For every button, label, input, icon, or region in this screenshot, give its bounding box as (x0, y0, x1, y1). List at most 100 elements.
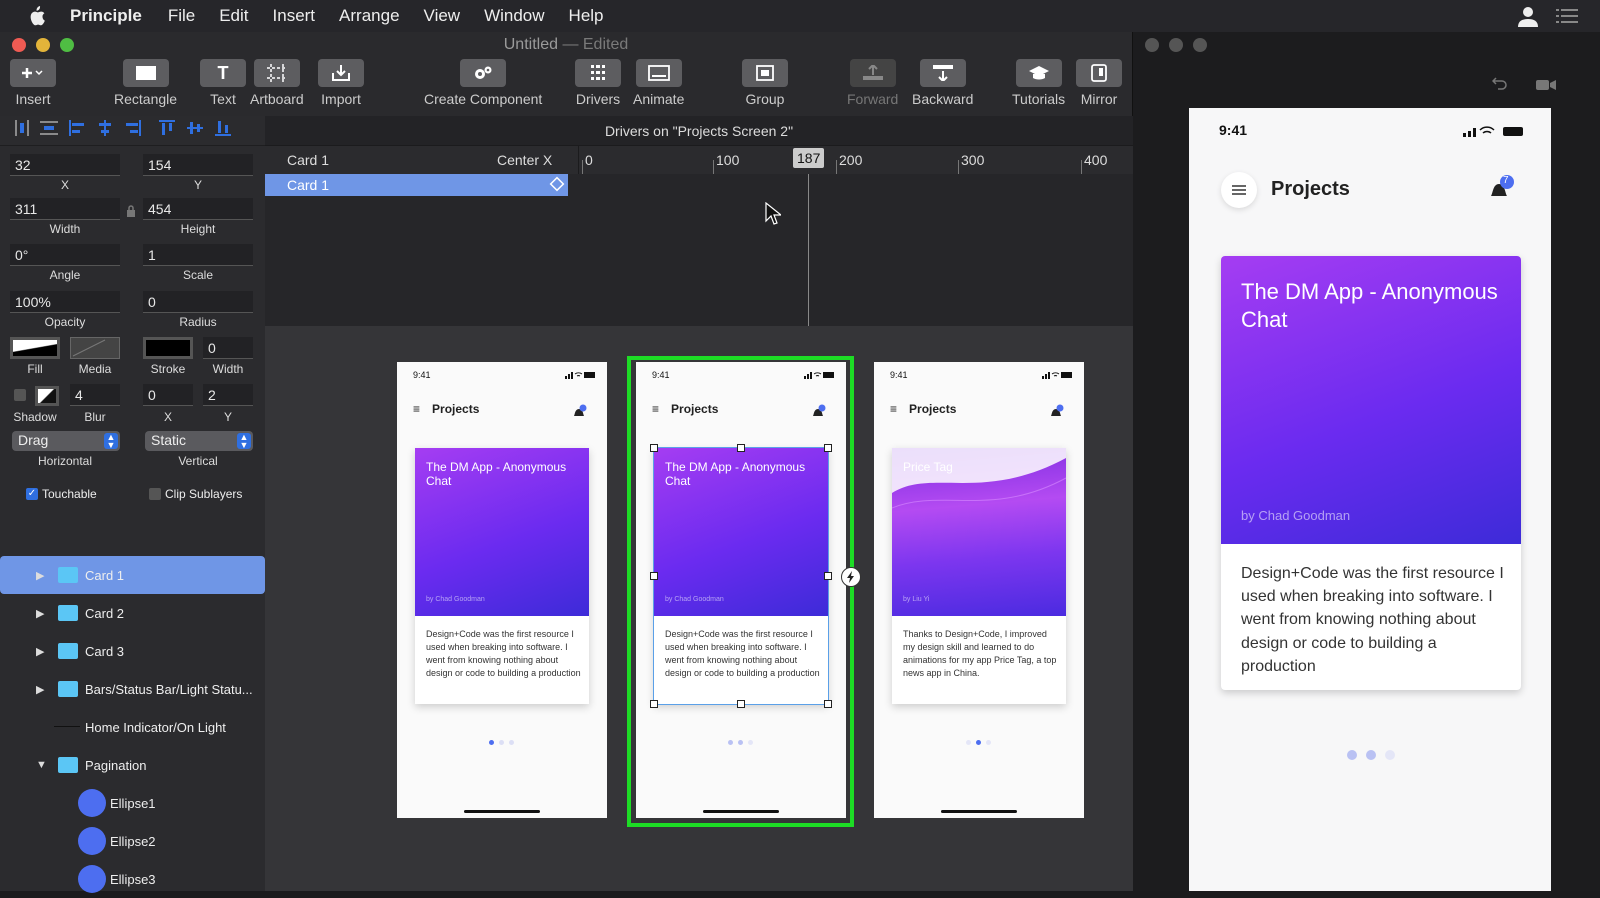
align-center-x-icon[interactable] (96, 119, 114, 142)
blur-field[interactable]: 4 (70, 384, 120, 406)
hamburger-icon[interactable]: ≡ (652, 402, 659, 416)
menu-view[interactable]: View (424, 6, 461, 26)
minimize-window-button[interactable] (1169, 38, 1183, 52)
card-selected[interactable]: The DM App - Anonymous Chat by Chad Goodm… (653, 447, 829, 705)
card[interactable]: Price Tag by Liu Yi Thanks to Design+Code… (892, 448, 1066, 704)
mirror-button[interactable]: Mirror (1076, 59, 1122, 107)
fill-swatch[interactable] (10, 337, 60, 359)
angle-field[interactable]: 0° (10, 244, 120, 266)
layer-ellipse3[interactable]: Ellipse3 (0, 860, 265, 898)
align-bottom-icon[interactable] (214, 119, 232, 142)
driver-row-selected[interactable]: Card 1 (265, 174, 568, 196)
menu-insert[interactable]: Insert (273, 6, 316, 26)
shadow-x-field[interactable]: 0 (143, 384, 193, 406)
menu-window[interactable]: Window (484, 6, 544, 26)
scale-field[interactable]: 1 (143, 244, 253, 266)
layer-card-3[interactable]: ▶ Card 3 (0, 632, 265, 670)
bell-icon[interactable] (571, 404, 587, 425)
create-component-button[interactable]: Create Component (424, 59, 542, 107)
group-button[interactable]: Group (742, 59, 788, 107)
menu-app-name[interactable]: Principle (70, 6, 142, 26)
stroke-swatch[interactable] (143, 337, 193, 359)
align-top-icon[interactable] (158, 119, 176, 142)
distribute-horizontal-icon[interactable] (14, 119, 30, 142)
layer-status-bar[interactable]: ▶ Bars/Status Bar/Light Statu... (0, 670, 265, 708)
layer-pagination[interactable]: ▼ Pagination (0, 746, 265, 784)
y-field[interactable]: 154 (143, 154, 253, 176)
clip-sublayers-checkbox[interactable] (149, 488, 161, 500)
tutorials-button[interactable]: Tutorials (1012, 59, 1065, 107)
keyframe-diamond-icon[interactable] (549, 176, 565, 192)
rectangle-button[interactable]: Rectangle (114, 59, 177, 107)
driver-property-name[interactable]: Center X (497, 152, 552, 168)
disclosure-triangle-icon[interactable]: ▶ (36, 569, 46, 582)
menu-arrange[interactable]: Arrange (339, 6, 399, 26)
bell-icon[interactable]: 7 (1487, 174, 1515, 202)
align-left-icon[interactable] (68, 119, 86, 142)
hamburger-icon[interactable]: ≡ (413, 402, 420, 416)
menu-file[interactable]: File (168, 6, 195, 26)
minimize-window-button[interactable] (36, 38, 50, 52)
forward-button[interactable]: Forward (847, 59, 898, 107)
disclosure-triangle-icon[interactable]: ▶ (36, 645, 46, 658)
opacity-field[interactable]: 100% (10, 291, 120, 313)
disclosure-triangle-icon[interactable]: ▶ (36, 607, 46, 620)
layer-ellipse1[interactable]: Ellipse1 (0, 784, 265, 822)
height-field[interactable]: 454 (143, 198, 253, 220)
close-window-button[interactable] (1145, 38, 1159, 52)
user-icon[interactable] (1516, 5, 1540, 32)
list-icon[interactable] (1556, 7, 1578, 30)
animate-button[interactable]: Animate (633, 59, 684, 107)
driver-current-value[interactable]: 187 (793, 148, 825, 168)
insert-button[interactable]: Insert (10, 59, 56, 107)
close-window-button[interactable] (12, 38, 26, 52)
align-center-y-icon[interactable] (186, 119, 204, 142)
shadow-checkbox[interactable] (14, 389, 26, 401)
zoom-window-button[interactable] (60, 38, 74, 52)
hamburger-icon[interactable]: ≡ (890, 402, 897, 416)
radius-field[interactable]: 0 (143, 291, 253, 313)
video-camera-icon[interactable] (1536, 78, 1556, 96)
canvas[interactable]: 9:41 ≡ Projects The DM App - Anonymous Ch… (265, 326, 1133, 891)
vertical-select[interactable]: Static ▲ ▼ (145, 431, 253, 451)
shadow-color-swatch[interactable] (35, 386, 59, 406)
disclosure-triangle-expanded-icon[interactable]: ▼ (36, 759, 47, 771)
artboard-projects-screen-1[interactable]: 9:41 ≡ Projects The DM App - Anonymous Ch… (397, 362, 607, 818)
shadow-y-field[interactable]: 2 (203, 384, 253, 406)
zoom-window-button[interactable] (1193, 38, 1207, 52)
lightning-bolt-icon[interactable] (841, 567, 861, 587)
artboard-button[interactable]: Artboard (250, 59, 304, 107)
layer-card-1[interactable]: ▶ Card 1 (0, 556, 265, 594)
x-field[interactable]: 32 (10, 154, 120, 176)
driver-ruler[interactable]: 0 100 200 300 400 187 (578, 146, 1133, 174)
menu-edit[interactable]: Edit (219, 6, 248, 26)
backward-button[interactable]: Backward (912, 59, 973, 107)
artboard-projects-screen-3[interactable]: 9:41 ≡ Projects Price Tag by Liu Yi Thanks… (874, 362, 1084, 818)
card[interactable]: The DM App - Anonymous Chat by Chad Goodm… (415, 448, 589, 704)
import-button[interactable]: Import (318, 59, 364, 107)
text-button[interactable]: T Text (200, 59, 246, 107)
media-swatch[interactable] (70, 337, 120, 359)
hamburger-icon[interactable] (1221, 172, 1257, 208)
align-right-icon[interactable] (124, 119, 142, 142)
touchable-checkbox[interactable]: ✓ (26, 488, 38, 500)
layer-card-2[interactable]: ▶ Card 2 (0, 594, 265, 632)
distribute-vertical-icon[interactable] (40, 120, 58, 141)
undo-icon[interactable] (1491, 76, 1508, 95)
lock-icon[interactable] (126, 204, 136, 222)
card[interactable]: The DM App - Anonymous Chat by Chad Goodm… (1221, 256, 1521, 690)
layer-home-indicator[interactable]: Home Indicator/On Light (0, 708, 265, 746)
layer-ellipse2[interactable]: Ellipse2 (0, 822, 265, 860)
apple-icon[interactable] (26, 5, 54, 27)
driver-playhead[interactable] (808, 174, 809, 326)
artboard-projects-screen-2[interactable]: 9:41 ≡ Projects The DM App - Anonymous Ch… (636, 362, 846, 818)
width-field[interactable]: 311 (10, 198, 120, 220)
device-preview[interactable]: 9:41 Projects 7 The DM App - Anonymous C… (1189, 108, 1551, 891)
bell-icon[interactable] (810, 404, 826, 425)
disclosure-triangle-icon[interactable]: ▶ (36, 683, 46, 696)
stroke-width-field[interactable]: 0 (203, 337, 253, 359)
menu-help[interactable]: Help (569, 6, 604, 26)
horizontal-select[interactable]: Drag ▲ ▼ (12, 431, 120, 451)
bell-icon[interactable] (1048, 404, 1064, 425)
drivers-button[interactable]: Drivers (575, 59, 621, 107)
